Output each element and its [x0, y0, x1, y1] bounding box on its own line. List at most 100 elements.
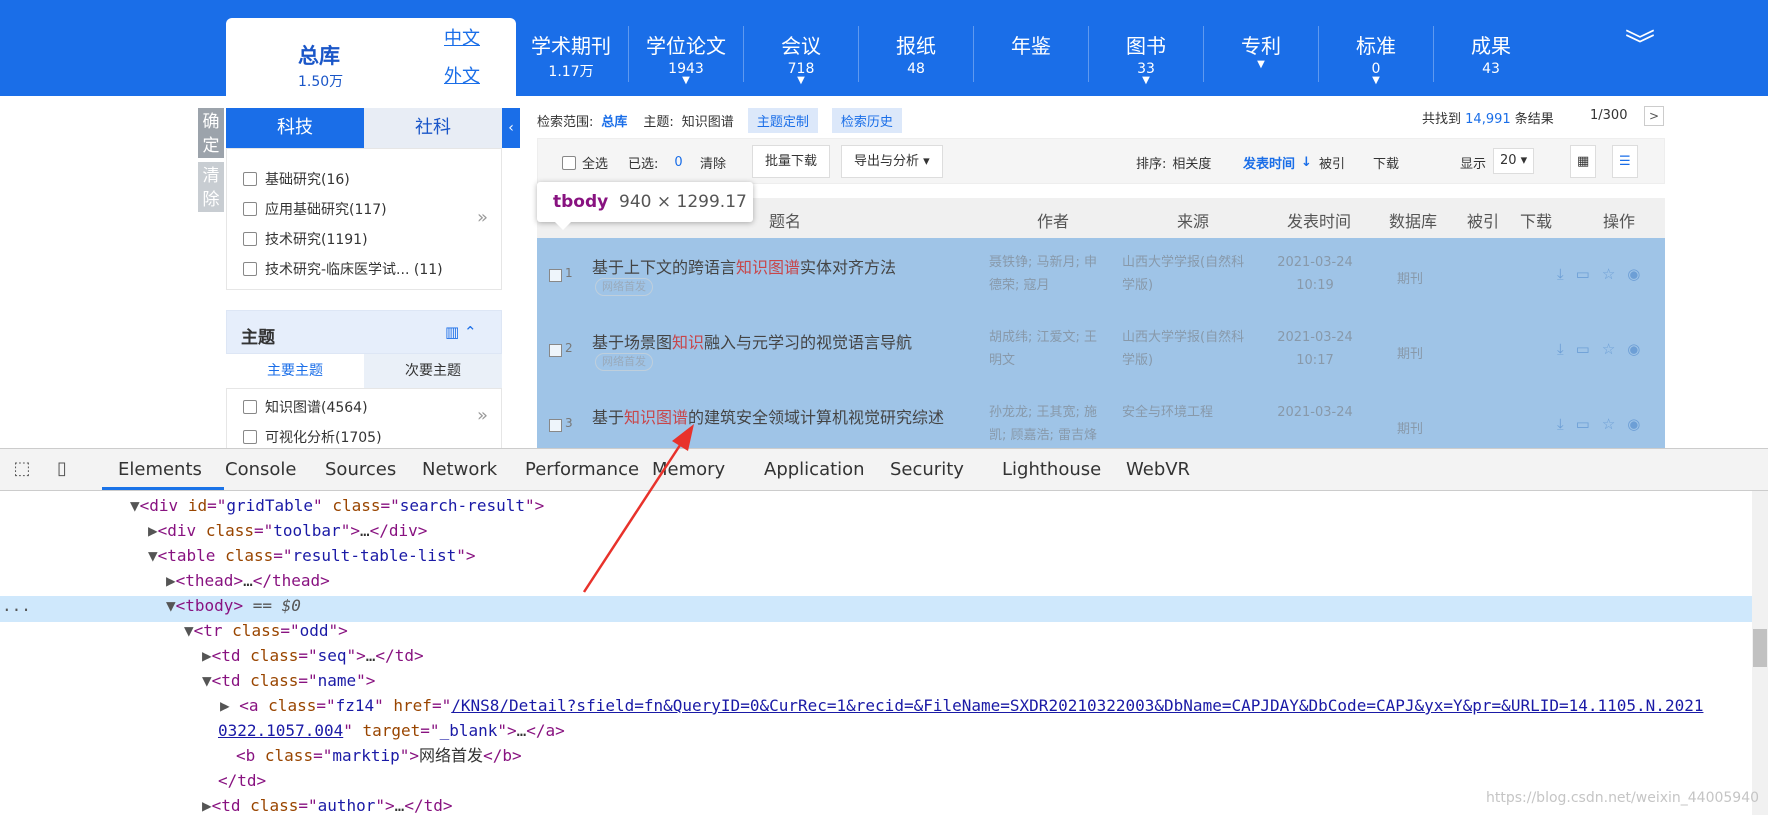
favorite-icon[interactable]: ☆: [1602, 340, 1615, 358]
expand-more-icon[interactable]: »: [477, 207, 488, 228]
category-item[interactable]: 技术研究-临床医学试... (11): [243, 259, 443, 279]
sort-download[interactable]: 下载: [1373, 153, 1399, 172]
export-analysis-button[interactable]: 导出与分析 ▾: [841, 145, 943, 178]
download-icon[interactable]: ⤓: [1557, 415, 1564, 433]
dom-node[interactable]: ▶ <a class="fz14" href="/KNS8/Detail?sfi…: [220, 693, 1703, 719]
nav-item[interactable]: 会议 718 ▼: [744, 30, 858, 86]
tab-elements[interactable]: Elements: [118, 459, 202, 480]
row-source[interactable]: 山西大学学报(自然科学版): [1122, 326, 1252, 372]
dom-node[interactable]: 0322.1057.004" target="_blank">…</a>: [218, 718, 565, 744]
category-item[interactable]: 基础研究(16): [243, 169, 350, 189]
topic-item[interactable]: 可视化分析(1705): [243, 427, 382, 447]
tab-main-topic[interactable]: 主要主题: [226, 354, 364, 388]
zongku-tab[interactable]: 总库 1.50万 中文 外文: [226, 18, 516, 96]
href-link[interactable]: /KNS8/Detail?sfield=fn&QueryID=0&CurRec=…: [451, 696, 1703, 715]
nav-item[interactable]: 图书 33 ▼: [1089, 30, 1203, 86]
nav-item[interactable]: 年鉴: [974, 30, 1088, 61]
dom-node-selected[interactable]: ▼<tbody> == $0: [166, 593, 301, 619]
read-icon[interactable]: ▭: [1576, 265, 1590, 283]
display-select[interactable]: 20 ▾: [1493, 148, 1535, 174]
tab-sources[interactable]: Sources: [325, 459, 396, 480]
topic-item[interactable]: 知识图谱(4564): [243, 397, 368, 417]
nav-item[interactable]: 专利 ▼: [1204, 30, 1318, 70]
sort-date[interactable]: 发表时间 ↓: [1243, 153, 1312, 172]
dom-node[interactable]: <b class="marktip">网络首发</b>: [236, 743, 522, 769]
checkbox[interactable]: [243, 202, 257, 216]
dom-node[interactable]: ▼<tr class="odd">: [184, 618, 348, 644]
checkbox[interactable]: [243, 430, 257, 444]
next-page-button[interactable]: >: [1644, 106, 1664, 126]
inspect-element-icon[interactable]: ⬚: [10, 458, 34, 482]
read-icon[interactable]: ▭: [1576, 340, 1590, 358]
checkbox[interactable]: [243, 232, 257, 246]
dom-node[interactable]: ▶<td class="author">…</td>: [202, 793, 452, 819]
dom-node[interactable]: ▼<table class="result-table-list">: [148, 543, 476, 569]
tab-science[interactable]: 科技: [226, 108, 364, 148]
dom-node[interactable]: ▼<div id="gridTable" class="search-resul…: [130, 493, 544, 519]
double-chevron-down-icon[interactable]: ︾: [1620, 28, 1660, 68]
row-source[interactable]: 安全与环境工程: [1122, 401, 1252, 424]
checkbox[interactable]: [562, 155, 576, 170]
clear-selection-button[interactable]: 清除: [700, 153, 726, 172]
search-history-button[interactable]: 检索历史: [831, 108, 902, 133]
tab-social[interactable]: 社科: [364, 108, 502, 148]
nav-item[interactable]: 标准 0 ▼: [1319, 30, 1433, 86]
ellipsis-icon[interactable]: ...: [2, 593, 31, 619]
checkbox[interactable]: [243, 400, 257, 414]
row-title-link[interactable]: 基于知识图谱的建筑安全领域计算机视觉研究综述: [592, 404, 944, 428]
row-checkbox[interactable]: [549, 419, 562, 432]
dom-node[interactable]: ▶<div class="toolbar">…</div>: [148, 518, 427, 544]
tab-performance[interactable]: Performance: [525, 459, 639, 480]
sort-relevance[interactable]: 相关度: [1172, 153, 1211, 172]
tab-console[interactable]: Console: [225, 459, 296, 480]
quote-icon[interactable]: ◉: [1627, 415, 1640, 433]
theme-custom-button[interactable]: 主题定制: [747, 108, 818, 133]
list-view-icon[interactable]: ☰: [1612, 145, 1638, 178]
favorite-icon[interactable]: ☆: [1602, 265, 1615, 283]
favorite-icon[interactable]: ☆: [1602, 415, 1615, 433]
tab-network[interactable]: Network: [422, 459, 497, 480]
row-title-link[interactable]: 基于上下文的跨语言知识图谱实体对齐方法: [592, 254, 896, 278]
checkbox[interactable]: [243, 262, 257, 276]
expand-more-icon[interactable]: »: [477, 405, 488, 426]
category-item[interactable]: 应用基础研究(117): [243, 199, 387, 219]
nav-item[interactable]: 学位论文 1943 ▼: [629, 30, 743, 86]
nav-item[interactable]: 报纸 48: [859, 30, 973, 77]
row-checkbox[interactable]: [549, 269, 562, 282]
tab-secondary-topic[interactable]: 次要主题: [364, 354, 502, 388]
device-toolbar-icon[interactable]: ▯: [50, 458, 74, 482]
download-icon[interactable]: ⤓: [1557, 340, 1564, 358]
clear-button[interactable]: 清除: [198, 162, 224, 212]
nav-item[interactable]: 学术期刊 1.17万: [514, 30, 628, 81]
row-title-link[interactable]: 基于场景图知识融入与元学习的视觉语言导航: [592, 329, 912, 353]
quote-icon[interactable]: ◉: [1627, 340, 1640, 358]
grid-view-icon[interactable]: ▦: [1570, 145, 1597, 178]
checkbox[interactable]: [243, 172, 257, 186]
category-item[interactable]: 技术研究(1191): [243, 229, 368, 249]
tab-memory[interactable]: Memory: [652, 459, 725, 480]
tab-webvr[interactable]: WebVR: [1126, 459, 1190, 480]
dom-node[interactable]: ▶<td class="seq">…</td>: [202, 643, 424, 669]
tab-application[interactable]: Application: [764, 459, 865, 480]
row-author[interactable]: 胡成纬; 江爱文; 王明文: [989, 326, 1109, 372]
collapse-sidebar-icon[interactable]: ‹: [502, 108, 520, 148]
nav-item[interactable]: 成果 43: [1434, 30, 1548, 77]
dom-node[interactable]: ▶<thead>…</thead>: [166, 568, 330, 594]
quote-icon[interactable]: ◉: [1627, 265, 1640, 283]
tab-security[interactable]: Security: [890, 459, 964, 480]
row-source[interactable]: 山西大学学报(自然科学版): [1122, 251, 1252, 297]
row-author[interactable]: 聂铁铮; 马新月; 申德荣; 寇月: [989, 251, 1109, 297]
foreign-link[interactable]: 外文: [444, 62, 480, 88]
row-checkbox[interactable]: [549, 344, 562, 357]
confirm-button[interactable]: 确定: [198, 108, 224, 158]
download-icon[interactable]: ⤓: [1557, 265, 1564, 283]
read-icon[interactable]: ▭: [1576, 415, 1590, 433]
row-author[interactable]: 孙龙龙; 王其宽; 施凯; 顾嘉浩; 雷吉烽: [989, 401, 1109, 447]
dom-node[interactable]: </td>: [218, 768, 266, 794]
chinese-link[interactable]: 中文: [444, 24, 480, 50]
dom-node[interactable]: ▼<td class="name">: [202, 668, 375, 694]
tab-lighthouse[interactable]: Lighthouse: [1002, 459, 1101, 480]
batch-download-button[interactable]: 批量下载: [752, 145, 831, 178]
select-all[interactable]: 全选: [562, 153, 608, 172]
sort-cited[interactable]: 被引: [1319, 153, 1345, 172]
